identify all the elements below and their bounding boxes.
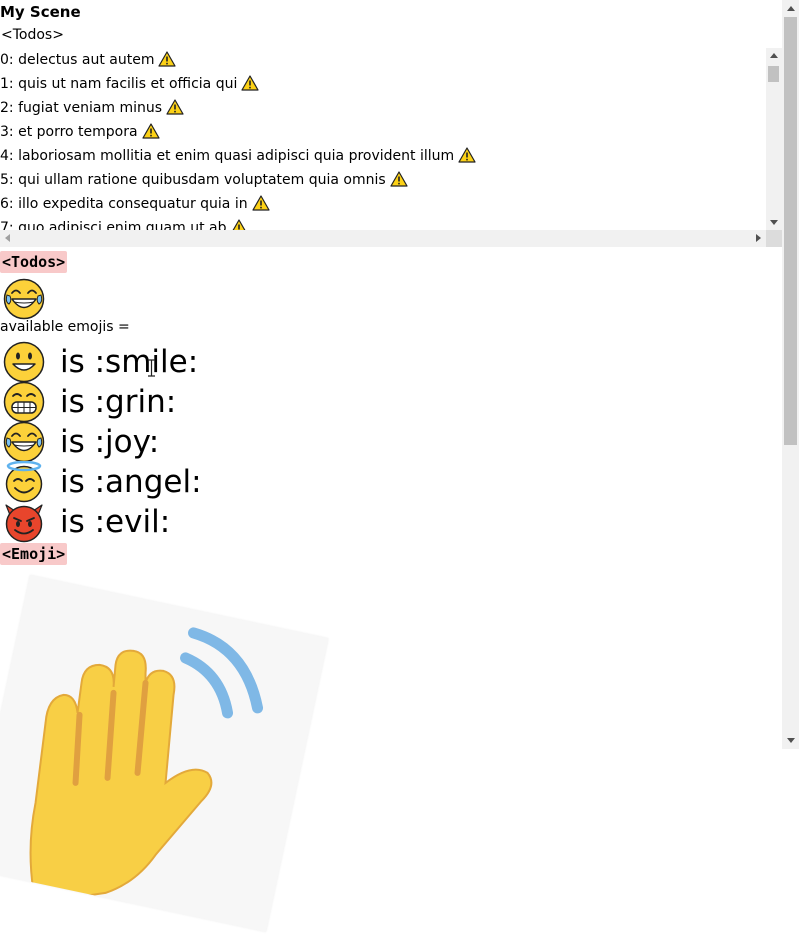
warning-icon <box>166 99 184 115</box>
todo-item: 1: quis ut nam facilis et officia qui <box>0 72 259 96</box>
scroll-left-arrow-icon[interactable] <box>5 234 10 242</box>
scroll-up-arrow-icon[interactable] <box>770 53 778 58</box>
text-cursor-icon <box>148 359 155 377</box>
angel-emoji-icon <box>5 461 43 503</box>
scene-title: My Scene <box>0 3 81 21</box>
todo-text: 2: fugiat veniam minus <box>0 100 163 116</box>
scrollbar-corner <box>766 230 782 247</box>
scrollbar-thumb[interactable] <box>768 66 779 82</box>
warning-icon <box>141 123 160 139</box>
todo-item: 3: et porro tempora <box>0 120 160 144</box>
todo-item: 4: laboriosam mollitia et enim quasi adi… <box>0 144 476 168</box>
warning-icon <box>230 219 248 230</box>
todo-item: 5: qui ullam ratione quibusdam voluptate… <box>0 168 408 192</box>
warning-icon <box>241 75 259 91</box>
todo-text: 1: quis ut nam facilis et officia qui <box>0 76 238 92</box>
page-scrollbar-thumb[interactable] <box>784 17 797 445</box>
todos-open-tag: <Todos> <box>1 27 64 43</box>
todo-list-horizontal-scrollbar[interactable] <box>0 230 766 247</box>
todo-list-box[interactable]: 0: delectus aut autem 1: quis ut nam fac… <box>0 48 782 247</box>
todo-item: 2: fugiat veniam minus <box>0 96 184 120</box>
emoji-component-label: <Emoji> <box>0 543 68 565</box>
joy-emoji-icon <box>3 278 45 320</box>
grin-emoji-icon <box>3 381 45 423</box>
todo-text: 4: laboriosam mollitia et enim quasi adi… <box>0 148 455 164</box>
warning-icon <box>458 147 476 163</box>
scroll-right-arrow-icon[interactable] <box>756 234 761 242</box>
warning-icon <box>158 51 177 67</box>
todos-component-label: <Todos> <box>0 251 68 273</box>
waving-hand-icon <box>29 627 264 905</box>
warning-icon <box>390 171 408 187</box>
todo-text: 0: delectus aut autem <box>0 52 155 68</box>
page-vertical-scrollbar[interactable] <box>782 0 799 749</box>
todo-text: 3: et porro tempora <box>0 124 138 140</box>
todo-item: 6: illo expedita consequatur quia in <box>0 192 270 216</box>
emoji-label-grin: is :grin: <box>60 384 177 420</box>
emoji-label-evil: is :evil: <box>60 504 171 540</box>
evil-emoji-icon <box>5 504 43 543</box>
page-scroll-up-arrow-icon[interactable] <box>787 6 795 11</box>
todo-text: 7: quo adipisci enim quam ut ab <box>0 220 227 230</box>
smile-emoji-icon <box>3 341 45 383</box>
available-emojis-label: available emojis = <box>0 319 130 335</box>
emoji-label-smile: is :smile: <box>60 344 199 380</box>
todo-text: 5: qui ullam ratione quibusdam voluptate… <box>0 172 386 188</box>
page-scroll-down-arrow-icon[interactable] <box>787 738 795 743</box>
waving-hand-image <box>0 575 329 932</box>
warning-icon <box>252 195 270 211</box>
todo-list-vertical-scrollbar[interactable] <box>766 48 782 230</box>
joy-emoji-icon <box>3 421 45 463</box>
todo-item: 7: quo adipisci enim quam ut ab <box>0 216 248 230</box>
todo-text: 6: illo expedita consequatur quia in <box>0 196 248 212</box>
scroll-down-arrow-icon[interactable] <box>770 220 778 225</box>
todo-item: 0: delectus aut autem <box>0 48 177 72</box>
emoji-label-angel: is :angel: <box>60 464 202 500</box>
emoji-label-joy: is :joy: <box>60 424 160 460</box>
todo-list[interactable]: 0: delectus aut autem 1: quis ut nam fac… <box>0 48 766 230</box>
